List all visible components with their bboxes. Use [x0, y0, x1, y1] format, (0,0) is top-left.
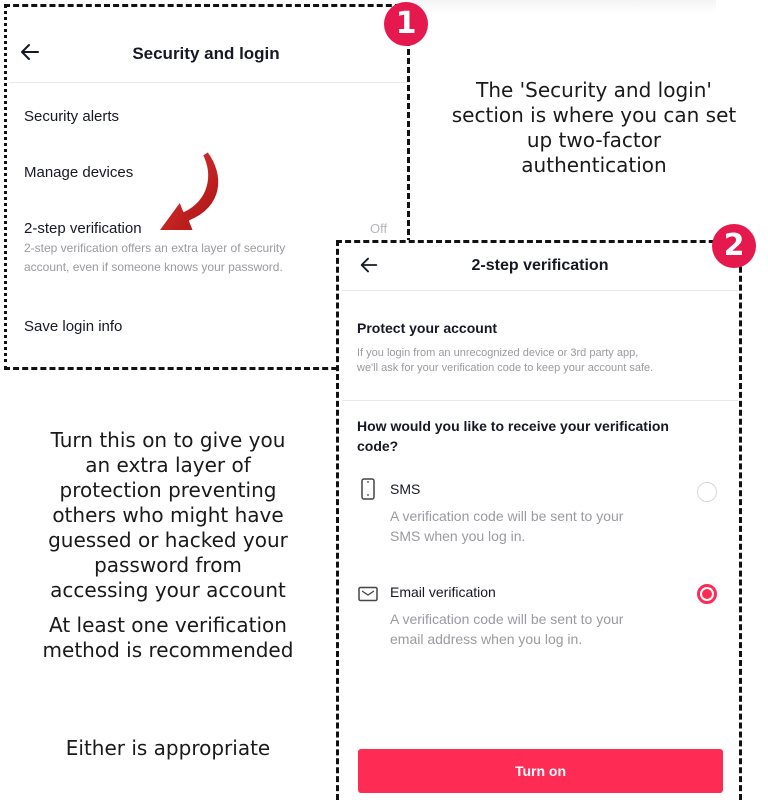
caption-either: Either is appropriate	[65, 736, 271, 760]
screen2-highlight-frame	[336, 240, 742, 800]
step-badge-2: 2	[712, 224, 756, 268]
caption-security-section: The 'Security and login' section is wher…	[451, 78, 737, 177]
caption-turn-on-help: Turn this on to give you an extra layer …	[48, 428, 288, 602]
caption-recommended: At least one verification method is reco…	[42, 613, 294, 662]
step-badge-1: 1	[384, 2, 428, 46]
